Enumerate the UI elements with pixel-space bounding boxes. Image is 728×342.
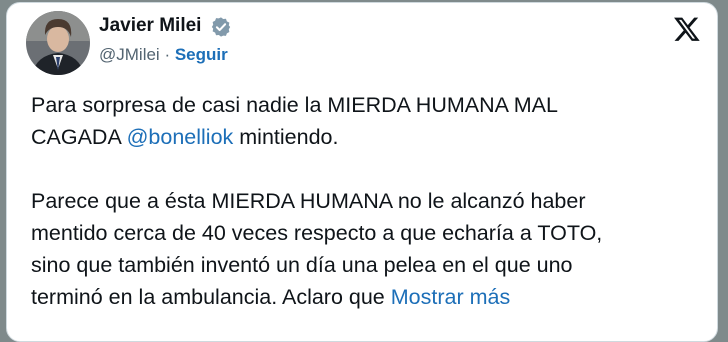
tweet-text: Para sorpresa de casi nadie la MIERDA HU… (31, 89, 721, 313)
tweet-line: Parece que a ésta MIERDA HUMANA no le al… (31, 189, 586, 213)
tweet-paragraph-1: Para sorpresa de casi nadie la MIERDA HU… (31, 89, 721, 153)
author-display-name[interactable]: Javier Milei (99, 15, 201, 37)
author-handle[interactable]: @JMilei (99, 45, 160, 64)
tweet-paragraph-2: Parece que a ésta MIERDA HUMANA no le al… (31, 185, 721, 313)
avatar[interactable] (26, 11, 90, 75)
verified-badge-icon (211, 17, 231, 37)
tweet-line: sino que también inventó un día una pele… (31, 253, 573, 277)
meta-separator: · (159, 45, 175, 64)
show-more-link[interactable]: Mostrar más (391, 285, 510, 309)
mention-link[interactable]: @bonelliok (127, 125, 234, 149)
author-meta-row: @JMilei · Seguir (99, 45, 228, 65)
tweet-line: Para sorpresa de casi nadie la MIERDA HU… (31, 93, 558, 117)
tweet-line: CAGADA (31, 125, 127, 149)
x-logo-icon[interactable] (673, 15, 701, 43)
follow-button[interactable]: Seguir (175, 45, 228, 64)
tweet-line: terminó en la ambulancia. Aclaro que (31, 285, 391, 309)
tweet-line: mintiendo. (233, 125, 339, 149)
tweet-line: mentido cerca de 40 veces respecto a que… (31, 221, 603, 245)
avatar-image (26, 11, 90, 75)
tweet-card: Javier Milei @JMilei · Seguir Para sorpr… (6, 2, 718, 342)
